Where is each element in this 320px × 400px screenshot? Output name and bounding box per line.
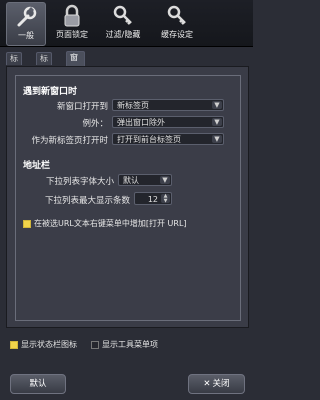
toolbar-menu-checkbox[interactable]: 显示工具菜单项 (91, 339, 158, 350)
wrench-icon (17, 6, 37, 27)
open-in-label: 新窗口打开到 (56, 102, 108, 112)
font-size-value: 默认 (123, 176, 139, 185)
status-icon-checkbox[interactable]: 显示状态栏图标 (10, 339, 77, 350)
toolbar: 一般 页面锁定 过滤/隐藏 缓存设定 (0, 0, 253, 47)
open-in-select[interactable]: 新标签页 ▼ (112, 99, 224, 111)
close-button-label: 关闭 (212, 379, 230, 389)
tab-tabs2[interactable]: 标签2 (36, 52, 52, 87)
exception-label: 例外： (82, 119, 108, 129)
close-icon: ✕ (203, 379, 211, 389)
checkbox-checked-icon (23, 219, 31, 228)
max-items-label: 下拉列表最大显示条数 (44, 196, 130, 206)
toolbar-page-lock-label: 页面锁定 (56, 30, 88, 39)
status-icon-label: 显示状态栏图标 (21, 340, 77, 349)
default-button[interactable]: 默认 (10, 374, 66, 394)
key-icon (167, 5, 186, 25)
toolbar-cache-label: 缓存设定 (161, 30, 193, 39)
toolbar-general-label: 一般 (18, 31, 34, 40)
new-window-section-title: 遇到新窗口时 (23, 87, 78, 97)
toolbar-filter[interactable]: 过滤/隐藏 (98, 2, 148, 44)
font-size-select[interactable]: 默认 ▼ (118, 174, 172, 186)
as-new-tab-value: 打开到前台标签页 (117, 135, 181, 144)
toolbar-page-lock[interactable]: 页面锁定 (50, 2, 94, 44)
toolbar-menu-label: 显示工具菜单项 (102, 340, 158, 349)
exception-value: 弹出窗口除外 (117, 118, 165, 127)
chevron-down-icon: ▼ (212, 135, 222, 143)
settings-frame: 遇到新窗口时 新窗口打开到 新标签页 ▼ 例外： 弹出窗口除外 ▼ 作为新标签页… (15, 75, 241, 321)
chevron-down-icon: ▼ (160, 176, 170, 184)
max-items-value: 12 (147, 195, 158, 204)
font-size-label: 下拉列表字体大小 (45, 177, 114, 187)
toolbar-cache[interactable]: 缓存设定 (152, 2, 202, 44)
chevron-down-icon: ▼ (212, 101, 222, 109)
open-in-value: 新标签页 (117, 101, 149, 110)
as-new-tab-label: 作为新标签页打开时 (31, 136, 108, 146)
tab-window-other[interactable]: 窗口/其他 (66, 51, 85, 98)
close-button[interactable]: ✕ 关闭 (188, 374, 245, 394)
settings-panel: 遇到新窗口时 新窗口打开到 新标签页 ▼ 例外： 弹出窗口除外 ▼ 作为新标签页… (6, 66, 249, 328)
address-bar-section-title: 地址栏 (23, 161, 51, 171)
checkbox-checked-icon (10, 340, 18, 349)
toolbar-general[interactable]: 一般 (6, 2, 46, 46)
spinner-arrows-icon[interactable]: ▲ ▼ (161, 194, 170, 203)
as-new-tab-select[interactable]: 打开到前台标签页 ▼ (112, 133, 224, 145)
exception-select[interactable]: 弹出窗口除外 ▼ (112, 116, 224, 128)
lock-icon (64, 4, 80, 27)
context-menu-label: 在被选URL文本右键菜单中增加[打开 URL] (34, 219, 187, 228)
max-items-spinner[interactable]: 12 ▲ ▼ (134, 192, 172, 205)
key-icon (113, 5, 132, 25)
toolbar-filter-label: 过滤/隐藏 (105, 30, 141, 39)
chevron-down-icon: ▼ (212, 118, 222, 126)
tab-tabs1[interactable]: 标签1 (6, 52, 22, 87)
checkbox-unchecked-icon (91, 340, 99, 349)
context-menu-checkbox[interactable]: 在被选URL文本右键菜单中增加[打开 URL] (23, 218, 187, 229)
